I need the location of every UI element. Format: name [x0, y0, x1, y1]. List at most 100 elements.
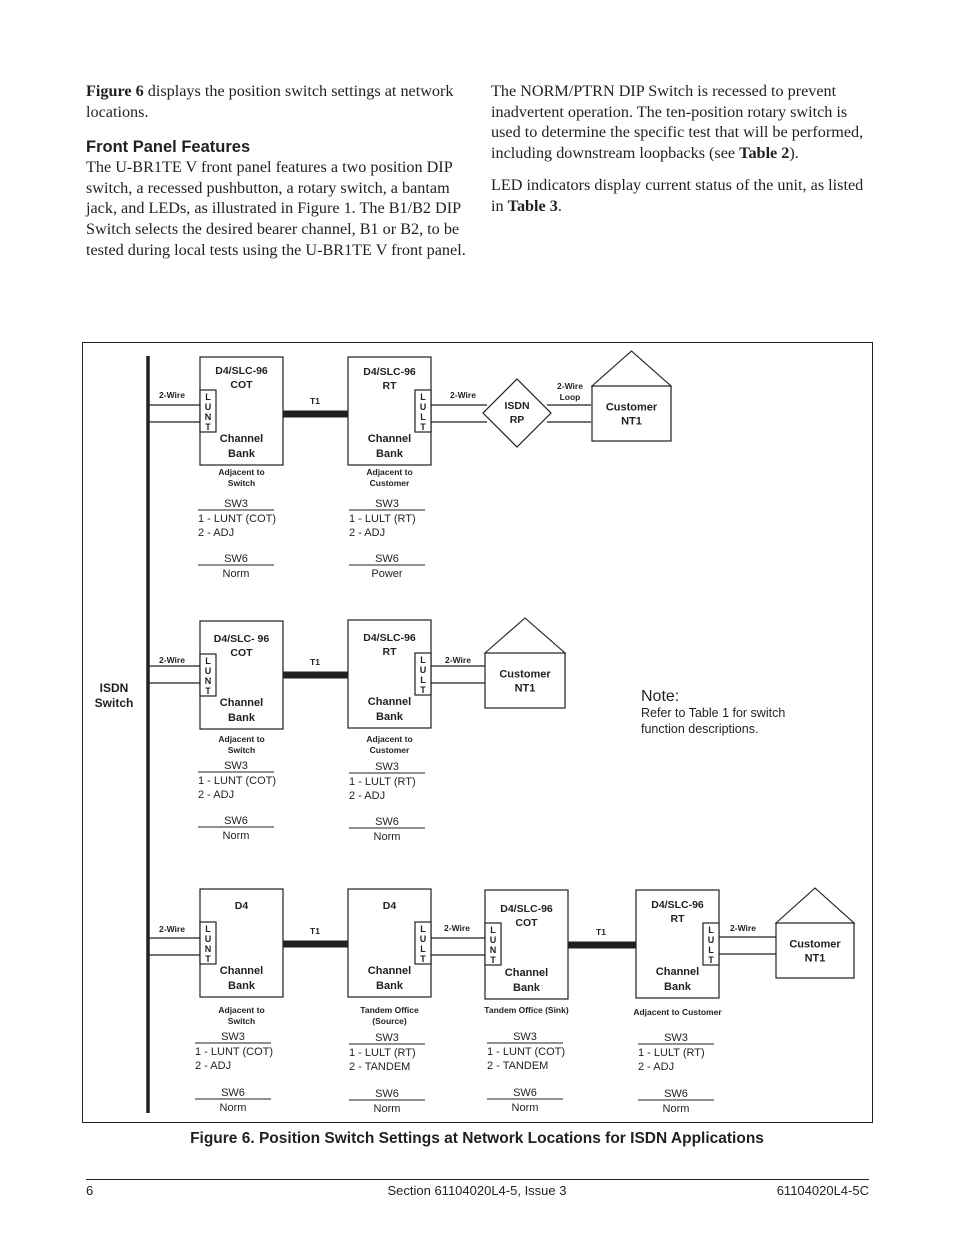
sw6-setting: Norm: [220, 1102, 247, 1114]
sw3-title: SW3: [221, 1031, 245, 1043]
lunt-letter: L: [205, 392, 211, 402]
two-wire-label: 2-Wire: [730, 923, 756, 933]
lult-letter: U: [420, 665, 427, 675]
channel-bank-title: D4/SLC-96: [363, 632, 416, 644]
lult-letter: T: [420, 422, 426, 432]
two-wire-label: 2-Wire: [445, 655, 471, 665]
two-wire-label: 2-Wire: [159, 390, 185, 400]
location-label: Customer: [370, 478, 410, 488]
front-panel-paragraph: The U-BR1TE V front panel features a two…: [86, 158, 466, 259]
sw3-setting: 2 - ADJ: [198, 789, 234, 801]
lult-letter: L: [420, 944, 426, 954]
lult-letter: L: [420, 924, 426, 934]
customer-label: NT1: [805, 953, 826, 965]
channel-bank-label: Channel: [505, 967, 548, 979]
sw3-setting: 2 - ADJ: [195, 1060, 231, 1072]
location-label: Adjacent to: [366, 467, 412, 477]
sw3-setting: 2 - ADJ: [638, 1061, 674, 1073]
channel-bank-label: Channel: [220, 433, 263, 445]
lult-letter: U: [420, 934, 427, 944]
sw3-setting: 2 - TANDEM: [349, 1061, 410, 1073]
lunt-letter: N: [205, 676, 212, 686]
location-label: Switch: [228, 745, 255, 755]
sw3-setting: 1 - LUNT (COT): [198, 513, 276, 525]
channel-bank-label: Channel: [656, 966, 699, 978]
channel-bank-label: Bank: [228, 980, 256, 992]
location-label: Tandem Office (Sink): [484, 1005, 569, 1015]
sw6-setting: Norm: [374, 1103, 401, 1115]
sw3-title: SW3: [513, 1031, 537, 1043]
sw3-setting: 1 - LUNT (COT): [487, 1046, 565, 1058]
isdn-rp-label: ISDN: [504, 400, 529, 412]
left-text-column: Figure 6 displays the position switch se…: [86, 81, 466, 260]
isdn-rp-label: RP: [510, 414, 525, 426]
channel-bank-title: D4/SLC-96: [363, 366, 416, 378]
lult-letter: T: [708, 955, 714, 965]
two-wire-label: 2-Wire: [444, 923, 470, 933]
t1-label: T1: [310, 926, 320, 936]
right-text-column: The NORM/PTRN DIP Switch is recessed to …: [491, 81, 876, 217]
sw3-title: SW3: [375, 498, 399, 510]
location-label: (Source): [372, 1016, 407, 1026]
channel-bank-label: Bank: [376, 448, 404, 460]
channel-bank-title: D4/SLC-96: [500, 903, 553, 915]
sw3-setting: 2 - ADJ: [198, 527, 234, 539]
two-wire-label: 2-Wire: [159, 924, 185, 934]
sw6-title: SW6: [664, 1088, 688, 1100]
two-wire-label: 2-Wire: [159, 655, 185, 665]
lult-letter: L: [708, 945, 714, 955]
sw3-setting: 2 - ADJ: [349, 527, 385, 539]
sw3-setting: 2 - TANDEM: [487, 1060, 548, 1072]
sw3-setting: 1 - LUNT (COT): [195, 1046, 273, 1058]
sw3-setting: 2 - ADJ: [349, 790, 385, 802]
sw6-setting: Power: [371, 568, 403, 580]
dip-switch-paragraph: The NORM/PTRN DIP Switch is recessed to …: [491, 81, 876, 163]
channel-bank-title: COT: [230, 647, 253, 659]
location-label: Tandem Office: [360, 1005, 419, 1015]
customer-nt1-box: [591, 385, 672, 442]
channel-bank-title: RT: [671, 913, 686, 925]
lunt-letter: T: [205, 686, 211, 696]
location-label: Adjacent to: [218, 467, 264, 477]
lult-letter: T: [420, 954, 426, 964]
two-wire-label: 2-Wire: [450, 390, 476, 400]
customer-label: NT1: [515, 683, 536, 695]
section-heading: Front Panel Features: [86, 138, 251, 157]
lult-letter: T: [420, 685, 426, 695]
customer-roof: [590, 350, 673, 387]
network-diagram-figure: ISDN Switch Note: Refer to Table 1 for swit…: [82, 342, 873, 1123]
paren-end: ).: [789, 143, 799, 162]
location-label: Customer: [370, 745, 410, 755]
lult-letter: L: [420, 655, 426, 665]
sw3-setting: 1 - LULT (RT): [349, 1047, 416, 1059]
lult-letter: U: [708, 935, 715, 945]
lunt-letter: L: [205, 924, 211, 934]
channel-bank-label: Channel: [220, 697, 263, 709]
sw6-setting: Norm: [374, 831, 401, 843]
lunt-letter: N: [205, 412, 212, 422]
footer-divider: [86, 1179, 869, 1180]
customer-roof: [483, 617, 567, 654]
t1-label: T1: [596, 927, 606, 937]
two-wire-loop-label: Loop: [560, 392, 581, 402]
customer-nt1-box: [484, 652, 566, 709]
sw6-title: SW6: [375, 1088, 399, 1100]
note-text: function descriptions.: [641, 722, 758, 736]
sw6-title: SW6: [513, 1087, 537, 1099]
sw3-setting: 1 - LULT (RT): [349, 776, 416, 788]
sw3-title: SW3: [375, 1032, 399, 1044]
customer-label: NT1: [621, 416, 642, 428]
location-label: Switch: [228, 1016, 255, 1026]
two-wire-loop-label: 2-Wire: [557, 381, 583, 391]
lult-letter: L: [420, 392, 426, 402]
intro-paragraph: Figure 6 displays the position switch se…: [86, 81, 466, 122]
location-label: Adjacent to Customer: [633, 1007, 722, 1017]
sw6-title: SW6: [375, 816, 399, 828]
channel-bank-title: D4/SLC-96: [215, 365, 268, 377]
period: .: [557, 196, 562, 215]
location-label: Adjacent to: [218, 734, 264, 744]
note-text: Refer to Table 1 for switch: [641, 706, 785, 720]
customer-label: Customer: [499, 669, 551, 681]
sw6-setting: Norm: [223, 830, 250, 842]
isdn-switch-label: Switch: [95, 696, 134, 710]
